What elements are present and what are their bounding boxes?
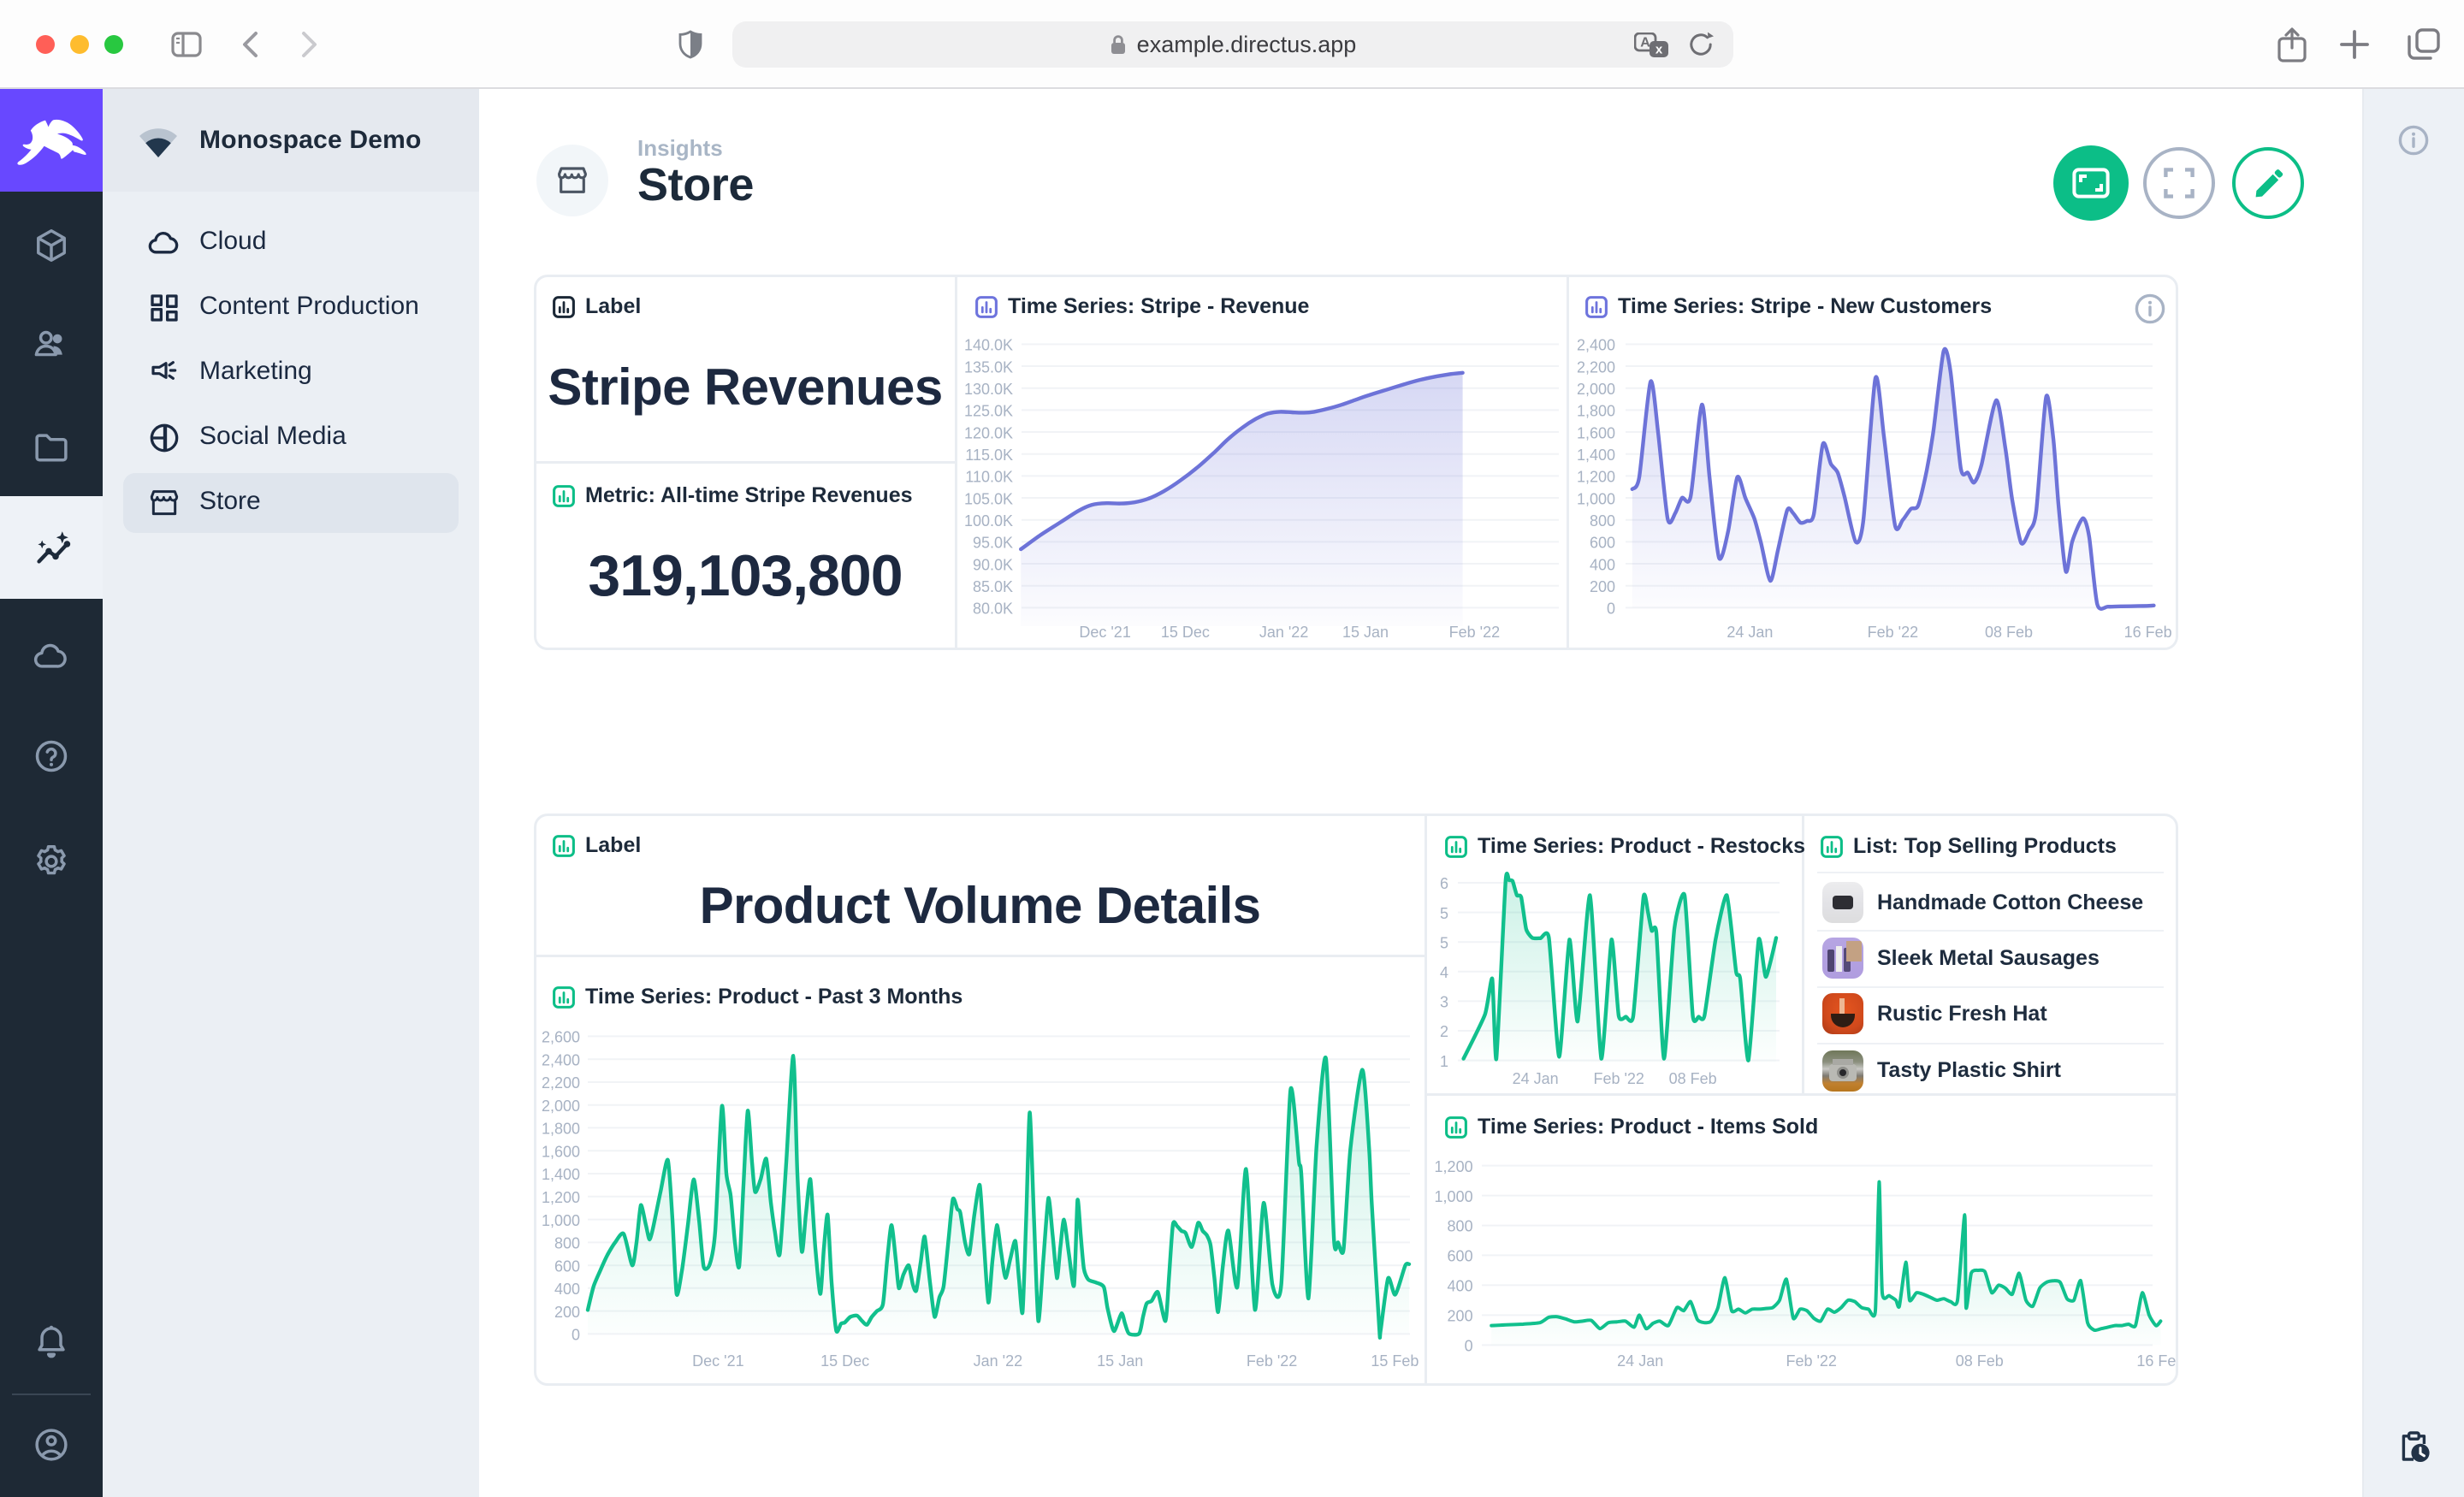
svg-text:1,400: 1,400 (542, 1166, 580, 1183)
svg-text:15 Feb: 15 Feb (1371, 1352, 1419, 1370)
svg-text:200: 200 (1590, 578, 1615, 595)
svg-text:16 Feb: 16 Feb (2136, 1352, 2177, 1370)
svg-text:2,000: 2,000 (542, 1098, 580, 1115)
svg-text:6: 6 (1440, 875, 1448, 892)
svg-text:1,000: 1,000 (542, 1212, 580, 1229)
svg-text:2,000: 2,000 (1577, 381, 1615, 398)
svg-text:80.0K: 80.0K (973, 601, 1013, 618)
svg-text:200: 200 (1448, 1308, 1473, 1325)
svg-text:90.0K: 90.0K (973, 556, 1013, 573)
svg-text:08 Feb: 08 Feb (1669, 1070, 1717, 1087)
svg-text:2,200: 2,200 (542, 1074, 580, 1092)
svg-text:115.0K: 115.0K (965, 447, 1013, 464)
svg-text:2: 2 (1440, 1023, 1448, 1040)
svg-text:15 Jan: 15 Jan (1342, 624, 1389, 641)
svg-text:2,400: 2,400 (1577, 337, 1615, 354)
svg-text:Dec '21: Dec '21 (692, 1352, 743, 1370)
svg-text:15 Dec: 15 Dec (820, 1352, 869, 1370)
svg-text:16 Feb: 16 Feb (2124, 624, 2172, 641)
svg-text:15 Jan: 15 Jan (1097, 1352, 1143, 1370)
svg-text:95.0K: 95.0K (973, 535, 1013, 552)
svg-text:1,200: 1,200 (1435, 1158, 1473, 1175)
svg-text:125.0K: 125.0K (964, 403, 1013, 420)
svg-text:140.0K: 140.0K (964, 337, 1013, 354)
svg-text:1,800: 1,800 (1577, 403, 1615, 420)
svg-text:Feb '22: Feb '22 (1449, 624, 1500, 641)
svg-text:110.0K: 110.0K (965, 469, 1013, 486)
svg-text:0: 0 (1607, 601, 1615, 618)
svg-text:400: 400 (554, 1281, 580, 1298)
svg-text:Feb '22: Feb '22 (1247, 1352, 1297, 1370)
svg-text:1,200: 1,200 (542, 1189, 580, 1206)
svg-text:1,000: 1,000 (1435, 1188, 1473, 1205)
svg-text:1,800: 1,800 (542, 1121, 580, 1138)
svg-text:x: x (1656, 43, 1663, 57)
svg-text:24 Jan: 24 Jan (1617, 1352, 1663, 1370)
svg-text:A: A (1640, 36, 1650, 50)
svg-text:800: 800 (1590, 512, 1615, 530)
svg-text:Jan '22: Jan '22 (974, 1352, 1022, 1370)
svg-text:5: 5 (1440, 934, 1448, 951)
svg-text:Feb '22: Feb '22 (1786, 1352, 1836, 1370)
svg-text:800: 800 (554, 1235, 580, 1252)
svg-text:105.0K: 105.0K (964, 490, 1013, 507)
svg-text:1: 1 (1440, 1053, 1448, 1070)
svg-text:0: 0 (1465, 1338, 1473, 1355)
svg-text:15 Dec: 15 Dec (1161, 624, 1210, 641)
svg-text:24 Jan: 24 Jan (1513, 1070, 1559, 1087)
svg-text:2,600: 2,600 (542, 1029, 580, 1046)
svg-text:130.0K: 130.0K (964, 381, 1013, 398)
svg-text:1,000: 1,000 (1577, 490, 1615, 507)
svg-text:08 Feb: 08 Feb (1956, 1352, 2004, 1370)
svg-text:Dec '21: Dec '21 (1079, 624, 1130, 641)
svg-text:0: 0 (572, 1327, 580, 1344)
svg-text:400: 400 (1590, 556, 1615, 573)
svg-text:1,400: 1,400 (1577, 447, 1615, 464)
svg-text:4: 4 (1440, 964, 1448, 981)
svg-text:2,400: 2,400 (542, 1051, 580, 1068)
svg-text:200: 200 (554, 1304, 580, 1321)
svg-text:600: 600 (1448, 1248, 1473, 1265)
svg-text:Feb '22: Feb '22 (1593, 1070, 1644, 1087)
svg-text:1,200: 1,200 (1577, 469, 1615, 486)
svg-text:1,600: 1,600 (542, 1143, 580, 1160)
svg-text:135.0K: 135.0K (964, 358, 1013, 376)
svg-text:5: 5 (1440, 905, 1448, 922)
svg-text:85.0K: 85.0K (973, 578, 1013, 595)
svg-text:3: 3 (1440, 994, 1448, 1011)
svg-text:800: 800 (1448, 1218, 1473, 1235)
svg-text:1,600: 1,600 (1577, 424, 1615, 441)
svg-text:100.0K: 100.0K (964, 512, 1013, 530)
svg-text:600: 600 (1590, 535, 1615, 552)
svg-text:120.0K: 120.0K (964, 424, 1013, 441)
svg-text:08 Feb: 08 Feb (1985, 624, 2033, 641)
svg-text:Jan '22: Jan '22 (1259, 624, 1308, 641)
svg-text:Feb '22: Feb '22 (1868, 624, 1918, 641)
svg-text:2,200: 2,200 (1577, 358, 1615, 376)
svg-text:400: 400 (1448, 1278, 1473, 1295)
svg-text:24 Jan: 24 Jan (1727, 624, 1773, 641)
svg-text:600: 600 (554, 1257, 580, 1275)
